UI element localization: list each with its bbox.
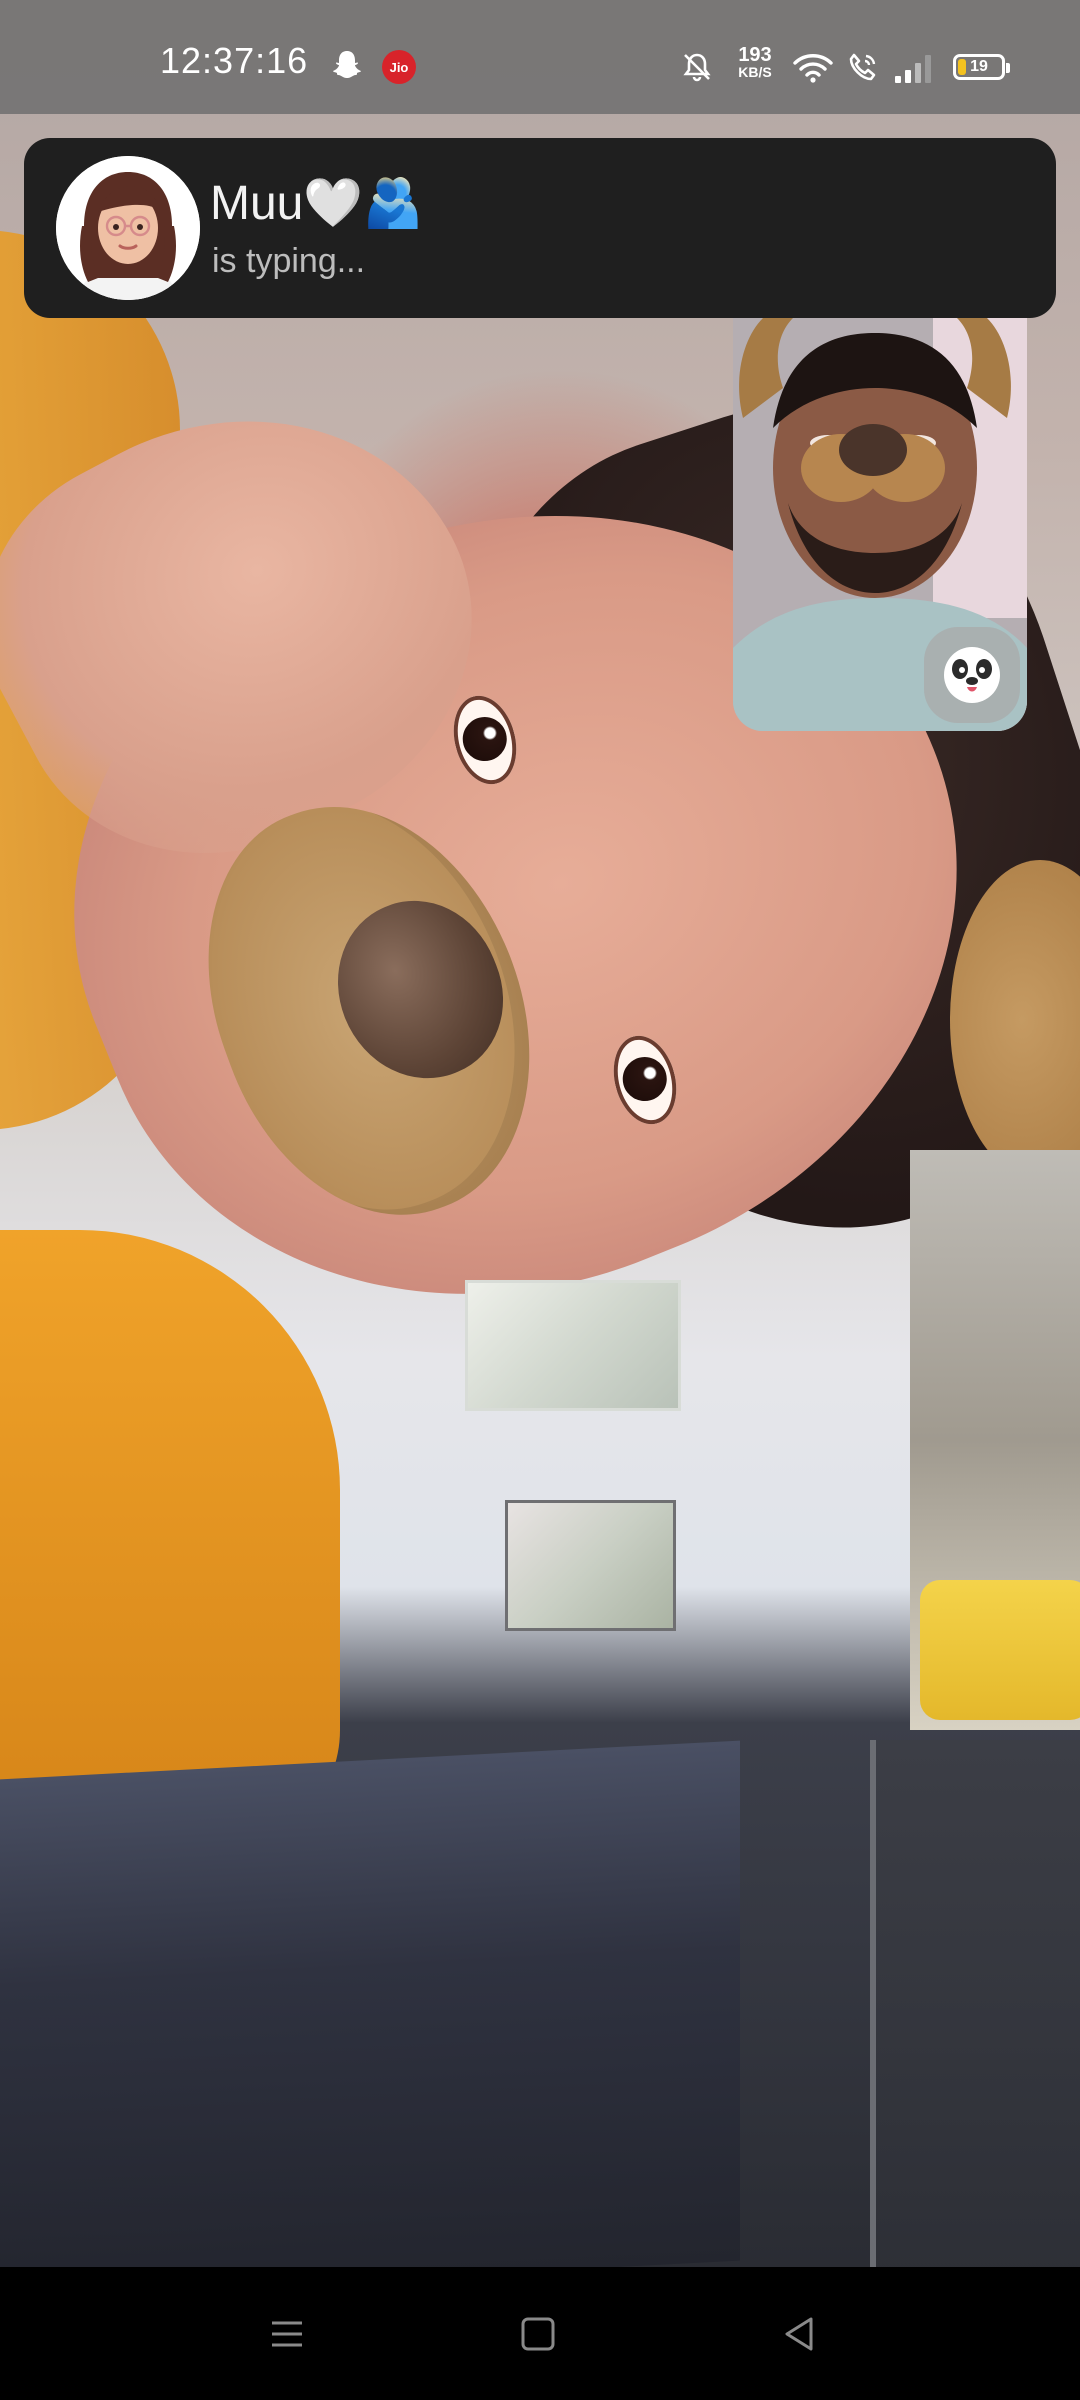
bell-muted-icon: [683, 53, 711, 82]
status-time: 12:37:16: [160, 40, 309, 81]
network-speed: 193 KB/S: [732, 44, 778, 80]
background-cabinet: [870, 1740, 1080, 2267]
typing-notification-banner[interactable]: Muu🤍🫂 is typing...: [24, 138, 1056, 318]
system-nav-bar: [0, 2267, 1080, 2400]
background-cloth: [920, 1580, 1080, 1720]
wifi-calling-icon: [849, 53, 876, 81]
wall-picture: [465, 1280, 681, 1411]
battery-fill: [958, 59, 966, 75]
wall-picture: [505, 1500, 676, 1631]
dog-lens-icon: [944, 647, 1000, 703]
back-icon[interactable]: [775, 2309, 825, 2359]
background-cabinet: [0, 1740, 740, 2267]
home-icon[interactable]: [513, 2309, 563, 2359]
lens-toggle-button[interactable]: [924, 627, 1020, 723]
signal-icon: [895, 55, 931, 83]
status-bar: 12:37:16 Jio 193 KB/S 19: [0, 0, 1080, 114]
battery-icon: 19: [953, 54, 1010, 80]
bitmoji-avatar: [56, 156, 200, 300]
network-speed-value: 193: [738, 44, 772, 66]
typing-status: is typing...: [212, 242, 366, 280]
menu-icon[interactable]: [262, 2309, 312, 2359]
battery-level: 19: [970, 58, 988, 75]
network-speed-unit: KB/S: [738, 64, 772, 80]
contact-name: Muu🤍🫂: [210, 177, 423, 230]
jio-icon: Jio: [382, 50, 416, 84]
wifi-icon: [793, 54, 833, 83]
remote-shirt-sleeve: [0, 1230, 340, 1850]
snapchat-ghost-icon: [333, 51, 361, 78]
